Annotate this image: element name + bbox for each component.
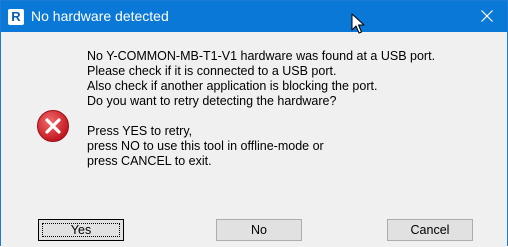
app-icon-letter: R <box>11 9 21 24</box>
no-button-label: No <box>251 223 267 237</box>
window-title: No hardware detected <box>31 8 169 24</box>
yes-button-label: Yes <box>70 223 92 237</box>
cancel-button-label: Cancel <box>410 223 450 237</box>
message-line: Please check if it is connected to a USB… <box>87 64 337 78</box>
message-line: Also check if another application is blo… <box>87 79 378 93</box>
close-button[interactable] <box>467 1 507 32</box>
cancel-button[interactable]: Cancel <box>387 219 473 241</box>
title-bar[interactable]: R No hardware detected <box>1 1 507 32</box>
error-icon <box>37 110 69 142</box>
no-button[interactable]: No <box>216 219 302 241</box>
message-dialog: R No hardware detected No Y-COMMON-MB-T1… <box>0 0 508 247</box>
message-line: press CANCEL to exit. <box>87 154 212 168</box>
message-line: Press YES to retry, <box>87 124 193 138</box>
message-line: press NO to use this tool in offline-mod… <box>87 139 324 153</box>
message-spacer <box>87 109 499 124</box>
message-line: No Y-COMMON-MB-T1-V1 hardware was found … <box>87 49 436 63</box>
mouse-cursor-icon <box>351 13 365 34</box>
app-icon: R <box>8 9 24 25</box>
message-text: No Y-COMMON-MB-T1-V1 hardware was found … <box>87 49 499 169</box>
yes-button[interactable]: Yes <box>38 219 124 241</box>
message-line: Do you want to retry detecting the hardw… <box>87 94 337 108</box>
close-icon <box>481 10 493 22</box>
